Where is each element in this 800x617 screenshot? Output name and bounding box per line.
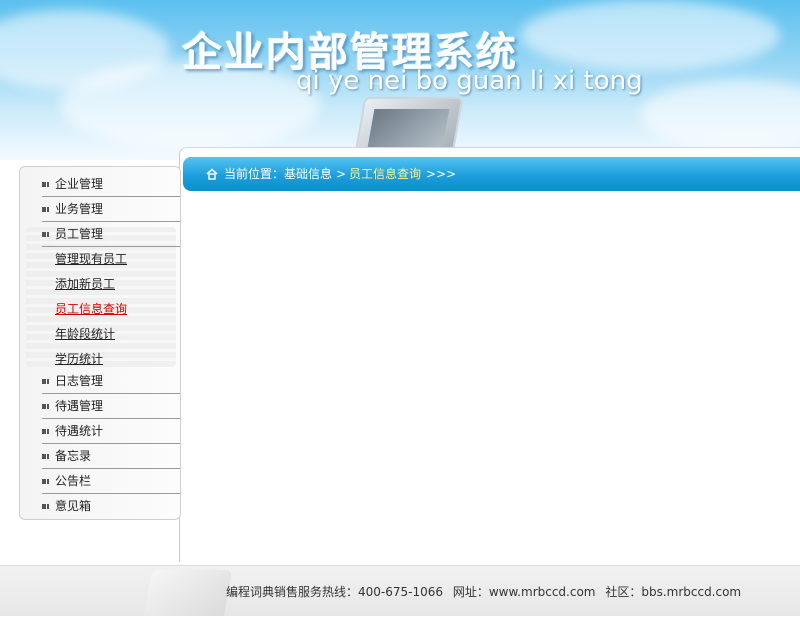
bullet-icon — [42, 479, 49, 484]
bullet-icon — [42, 379, 49, 384]
breadcrumb-separator: > — [336, 167, 347, 181]
breadcrumb-trail: >>> — [426, 167, 457, 181]
bullet-icon — [42, 429, 49, 434]
sidebar-nav: 企业管理 业务管理 员工管理 管理现有员工 添加新员工 员工信息查询 年龄段统计… — [19, 166, 181, 520]
main-content — [179, 147, 800, 562]
header-banner: 企业内部管理系统 qi ye nei bo guan li xi tong qi… — [0, 0, 800, 160]
sidebar-item-label: 待遇统计 — [55, 424, 104, 438]
sidebar-item-bulletin[interactable]: 公告栏 — [42, 469, 180, 494]
sidebar-item-benefits-stats[interactable]: 待遇统计 — [42, 419, 180, 444]
sidebar-background-illustration — [26, 227, 176, 367]
sidebar-item-feedback[interactable]: 意见箱 — [42, 494, 180, 518]
sidebar-item-label: 员工管理 — [55, 227, 104, 241]
sidebar-item-business[interactable]: 业务管理 — [42, 197, 180, 222]
bullet-icon — [42, 182, 49, 187]
breadcrumb-prefix: 当前位置：基础信息 — [224, 167, 333, 181]
footer: 编程词典销售服务热线：400-675-1066 网址：www.mrbccd.co… — [0, 565, 800, 616]
footer-hotline: 编程词典销售服务热线：400-675-1066 — [226, 585, 444, 599]
sidebar-item-log[interactable]: 日志管理 — [42, 369, 180, 394]
sidebar-item-label: 公告栏 — [55, 474, 92, 488]
sidebar-item-label: 待遇管理 — [55, 399, 104, 413]
sidebar-item-benefits[interactable]: 待遇管理 — [42, 394, 180, 419]
sub-item-education-stats[interactable]: 学历统计 — [55, 349, 103, 369]
bullet-icon — [42, 454, 49, 459]
footer-laptop-illustration — [143, 570, 233, 616]
bullet-icon — [42, 504, 49, 509]
breadcrumb-current: 员工信息查询 — [349, 167, 422, 181]
home-icon — [206, 168, 218, 180]
footer-text: 编程词典销售服务热线：400-675-1066 网址：www.mrbccd.co… — [226, 583, 747, 600]
sub-item-manage-employees[interactable]: 管理现有员工 — [55, 249, 127, 269]
bullet-icon — [42, 207, 49, 212]
sub-item-employee-query[interactable]: 员工信息查询 — [55, 299, 127, 319]
sidebar-item-memo[interactable]: 备忘录 — [42, 444, 180, 469]
breadcrumb: 当前位置：基础信息 > 员工信息查询 >>> — [183, 157, 800, 191]
sidebar-item-enterprise[interactable]: 企业管理 — [42, 172, 180, 197]
sidebar-item-label: 日志管理 — [55, 374, 104, 388]
footer-website-link[interactable]: 网址：www.mrbccd.com — [453, 585, 596, 599]
sidebar-item-label: 企业管理 — [55, 177, 104, 191]
sidebar-item-employee[interactable]: 员工管理 — [42, 222, 180, 247]
bullet-icon — [42, 232, 49, 237]
sub-item-age-stats[interactable]: 年龄段统计 — [55, 324, 115, 344]
sub-item-add-employee[interactable]: 添加新员工 — [55, 274, 115, 294]
sidebar-item-label: 意见箱 — [55, 499, 92, 513]
bullet-icon — [42, 404, 49, 409]
sidebar-item-label: 业务管理 — [55, 202, 104, 216]
footer-community-link[interactable]: 社区：bbs.mrbccd.com — [605, 585, 741, 599]
app-subtitle-reflection: qi ye nei bo guan li xi tong — [296, 72, 643, 90]
sidebar-item-label: 备忘录 — [55, 449, 92, 463]
